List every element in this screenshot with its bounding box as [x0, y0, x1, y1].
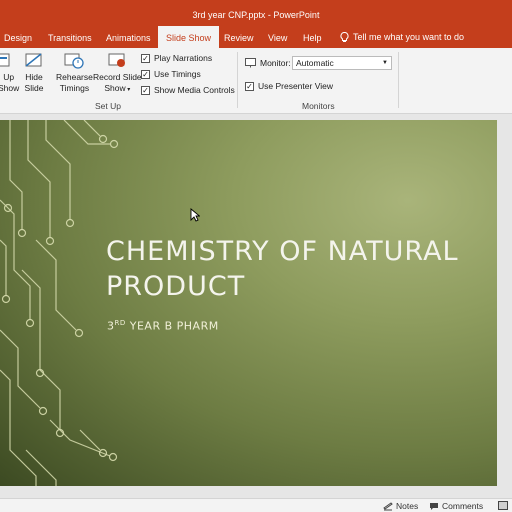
monitor-icon	[245, 58, 256, 68]
checkbox-checked-icon: ✓	[141, 53, 150, 63]
slide-subtitle[interactable]: 3RD YEAR B PHARM	[107, 319, 219, 333]
tell-me-search[interactable]: Tell me what you want to do	[340, 26, 464, 48]
checkbox-checked-icon: ✓	[141, 69, 150, 79]
vertical-scrollbar[interactable]	[497, 120, 512, 486]
ribbon-tabs: Design Transitions Animations Slide Show…	[0, 26, 512, 48]
tab-slide-show[interactable]: Slide Show	[158, 26, 220, 48]
title-bar: 3rd year CNP.pptx - PowerPoint	[0, 0, 512, 26]
tab-help[interactable]: Help	[303, 26, 322, 48]
record-icon	[108, 53, 126, 67]
presenter-view-checkbox[interactable]: ✓ Use Presenter View	[245, 81, 333, 91]
chevron-down-icon: ▼	[382, 60, 388, 66]
slide-title[interactable]: CHEMISTRY OF NATURAL PRODUCT	[106, 234, 486, 304]
ribbon: Up Show Hide Slide Rehearse Timings Reco…	[0, 48, 512, 114]
checkbox-checked-icon: ✓	[245, 81, 254, 91]
status-bar: Notes Comments	[0, 498, 512, 512]
normal-view-icon	[498, 501, 508, 510]
tab-transitions[interactable]: Transitions	[48, 26, 92, 48]
hide-slide-button[interactable]: Hide Slide	[24, 52, 44, 94]
rehearse-timings-icon	[64, 53, 85, 69]
tab-review[interactable]: Review	[224, 26, 254, 48]
play-narrations-checkbox[interactable]: ✓ Play Narrations	[141, 53, 212, 63]
monitor-select[interactable]: Automatic ▼	[292, 56, 392, 70]
group-divider	[398, 52, 399, 108]
slide-canvas[interactable]: CHEMISTRY OF NATURAL PRODUCT 3RD YEAR B …	[0, 120, 497, 486]
comment-icon	[430, 502, 438, 510]
notes-icon	[383, 501, 393, 510]
comments-button[interactable]: Comments	[429, 501, 483, 511]
set-up-slide-show-button[interactable]: Up Show	[0, 52, 19, 94]
tell-me-label: Tell me what you want to do	[353, 32, 465, 42]
record-slide-show-button[interactable]: Record Slide Show ▾	[93, 52, 142, 96]
lightbulb-icon	[340, 31, 349, 42]
rehearse-timings-button[interactable]: Rehearse Timings	[56, 52, 93, 94]
setup-group-label: Set Up	[95, 101, 121, 111]
use-timings-checkbox[interactable]: ✓ Use Timings	[141, 69, 201, 79]
notes-button[interactable]: Notes	[383, 501, 418, 511]
checkbox-checked-icon: ✓	[141, 85, 150, 95]
normal-view-button[interactable]	[498, 501, 508, 510]
setup-icon	[0, 53, 10, 67]
monitors-group-label: Monitors	[302, 101, 335, 111]
tab-design[interactable]: Design	[4, 26, 32, 48]
tab-animations[interactable]: Animations	[106, 26, 151, 48]
show-media-controls-checkbox[interactable]: ✓ Show Media Controls	[141, 85, 235, 95]
mouse-cursor-icon	[190, 208, 200, 222]
group-divider	[237, 52, 238, 108]
monitor-label-wrap: Monitor:	[245, 58, 291, 68]
slide-editor-area: CHEMISTRY OF NATURAL PRODUCT 3RD YEAR B …	[0, 114, 512, 498]
hide-slide-icon	[25, 53, 42, 67]
window-title: 3rd year CNP.pptx - PowerPoint	[192, 10, 320, 20]
tab-view[interactable]: View	[268, 26, 287, 48]
